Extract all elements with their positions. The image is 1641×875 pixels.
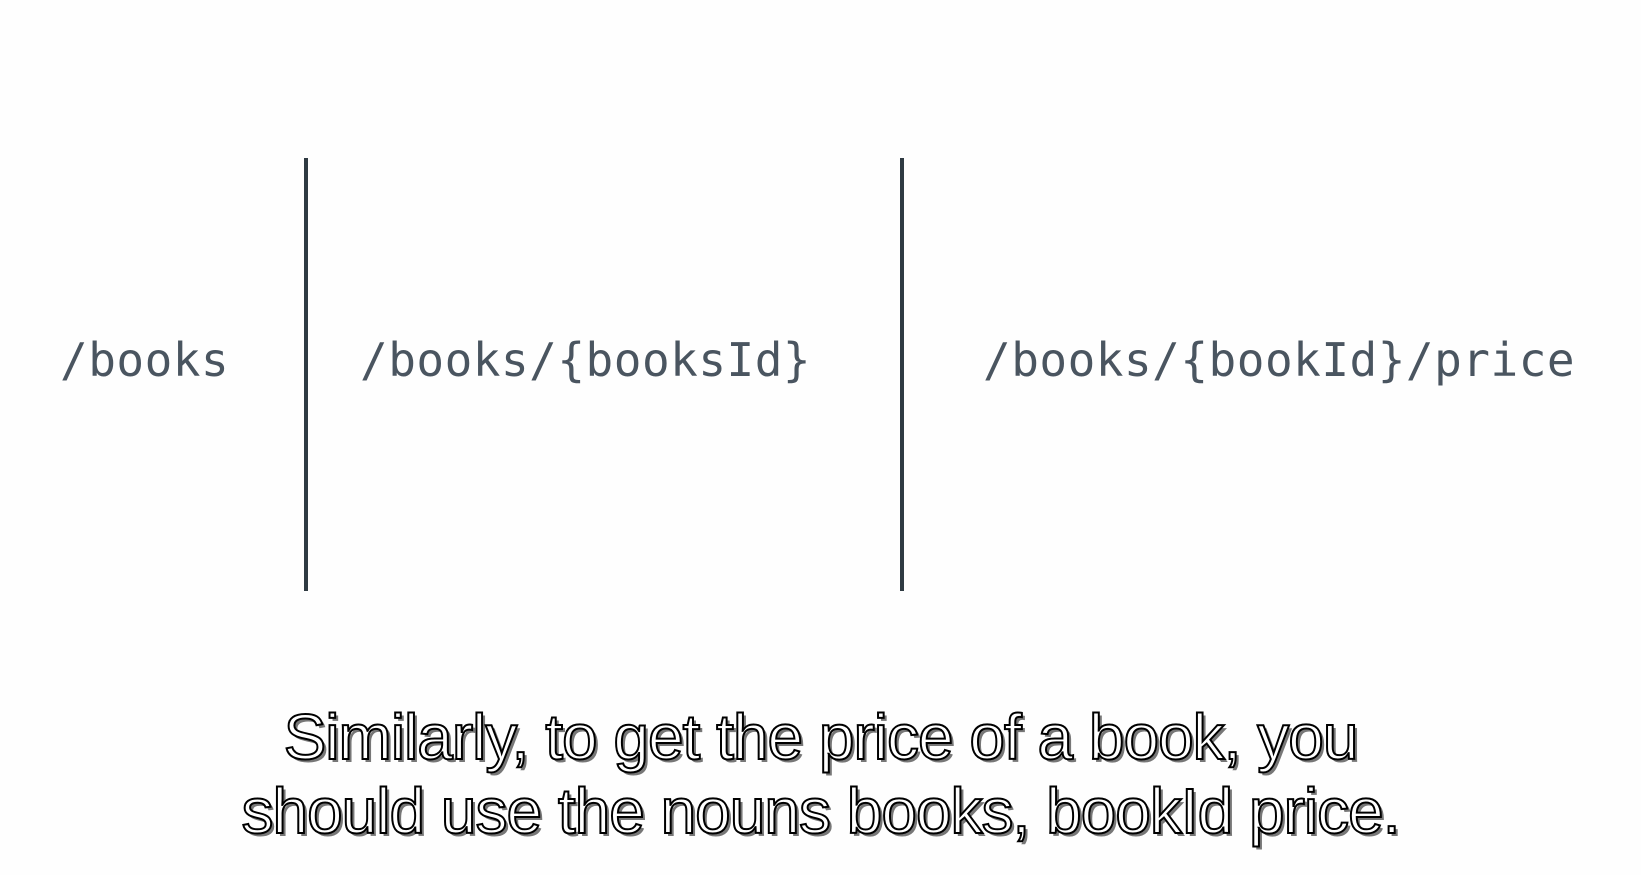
book-price-path-label: /books/{bookId}/price bbox=[983, 333, 1576, 387]
divider-line bbox=[304, 158, 308, 591]
book-id-path-label: /books/{booksId} bbox=[360, 333, 812, 387]
subtitle-line: Similarly, to get the price of a book, y… bbox=[283, 700, 1360, 774]
subtitle-line: should use the nouns books, bookId price… bbox=[240, 774, 1401, 848]
divider-line bbox=[900, 158, 904, 591]
slide: /books /books/{booksId} /books/{bookId}/… bbox=[0, 0, 1641, 875]
subtitle-caption: Similarly, to get the price of a book, y… bbox=[0, 700, 1641, 848]
books-path-label: /books bbox=[60, 333, 230, 387]
